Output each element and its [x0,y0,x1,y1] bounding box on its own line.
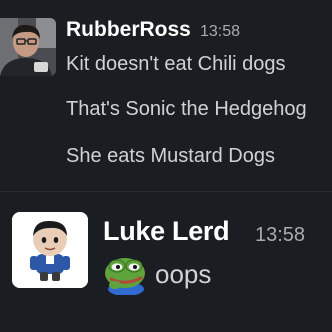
author-name[interactable]: Luke Lerd [103,214,230,248]
plush-doll-avatar-icon [12,212,88,288]
message-text: oops [155,259,212,289]
message-content: oops [103,252,211,296]
message-text: That's Sonic the Hedgehog [66,98,307,120]
message-text: Kit doesn't eat Chili dogs [66,53,286,75]
message-text: She eats Mustard Dogs [66,145,275,167]
message-timestamp[interactable]: 13:58 [200,22,240,42]
message-divider [0,191,332,192]
user-photo-avatar-icon [0,18,56,76]
user-avatar-luke-lerd[interactable] [12,212,88,288]
user-avatar-rubberross[interactable] [0,18,56,76]
pepe-frog-emoji-icon[interactable] [103,253,149,295]
author-name[interactable]: RubberRoss [66,17,191,43]
chat-message-list: RubberRoss 13:58 Kit doesn't eat Chili d… [0,0,332,332]
message-timestamp[interactable]: 13:58 [255,222,305,248]
